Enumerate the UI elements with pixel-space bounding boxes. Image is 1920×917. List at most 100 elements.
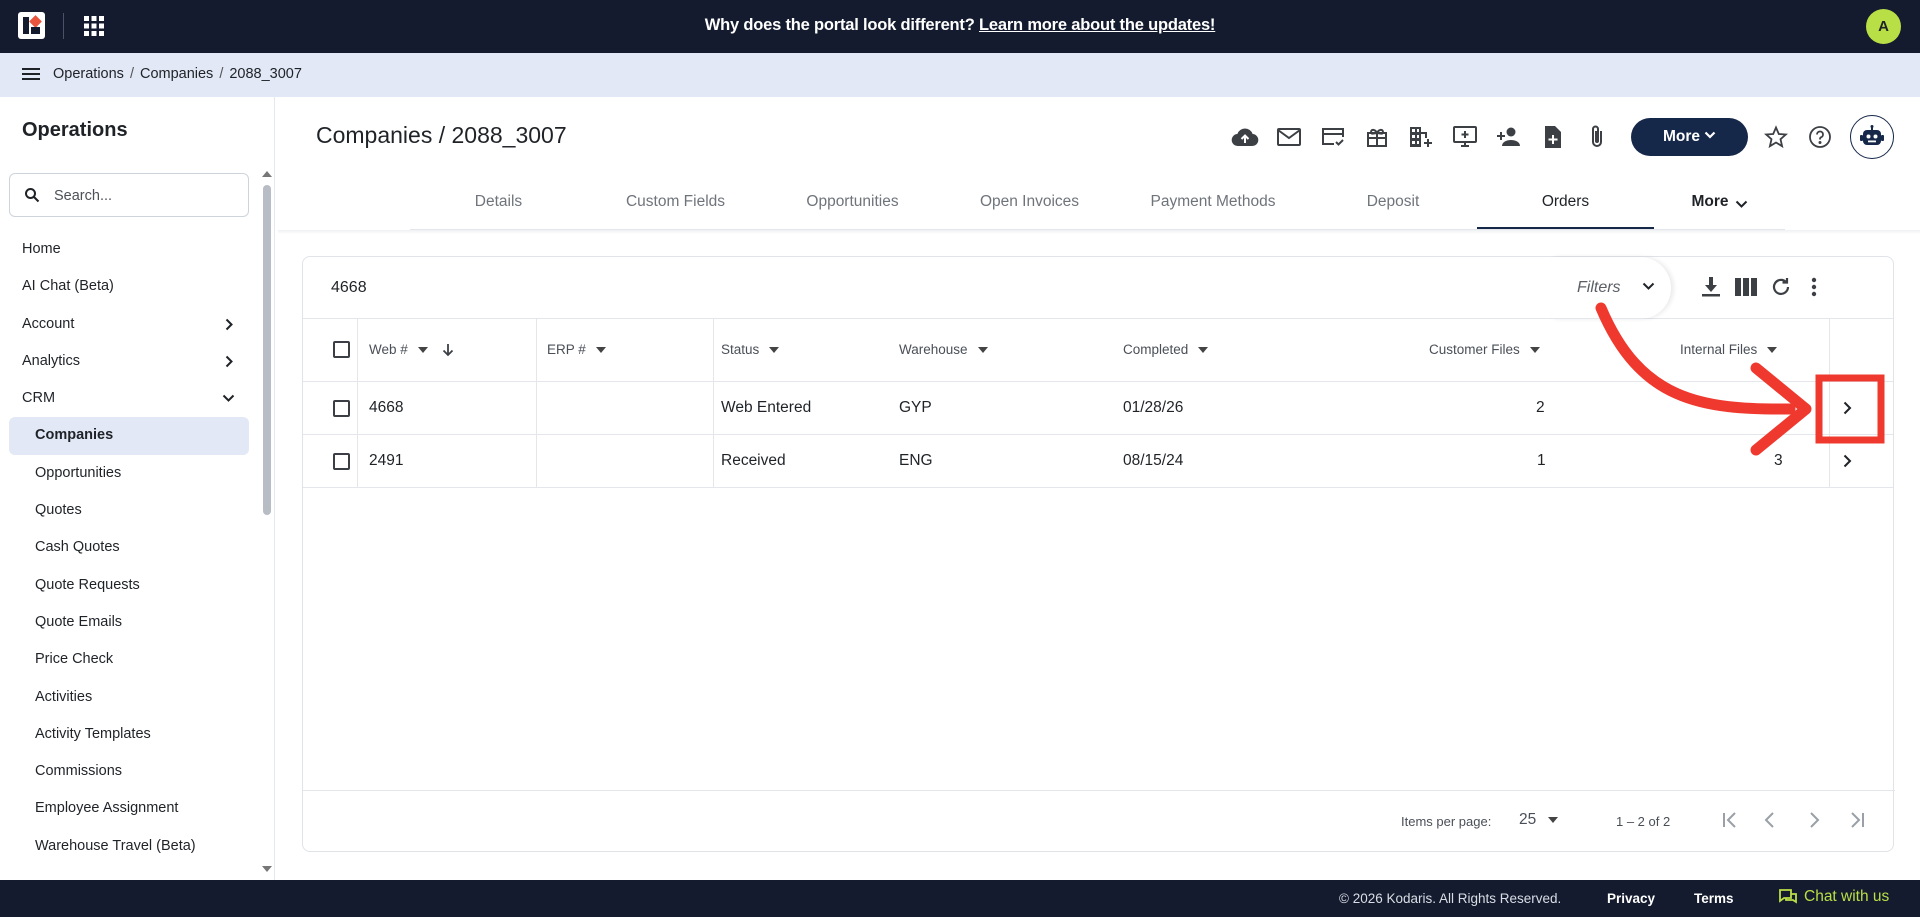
breadcrumb-companies[interactable]: Companies <box>140 66 213 82</box>
avatar[interactable]: A <box>1866 9 1901 44</box>
column-header-web[interactable]: Web # <box>369 342 454 357</box>
sidebar-item-commissions[interactable]: Commissions <box>9 753 249 790</box>
column-header-completed[interactable]: Completed <box>1123 342 1209 357</box>
select-all-checkbox[interactable] <box>333 341 350 358</box>
filters-button[interactable]: Filters <box>1551 257 1671 319</box>
privacy-link[interactable]: Privacy <box>1607 891 1655 906</box>
sidebar-item-quotes[interactable]: Quotes <box>9 492 249 529</box>
row-checkbox[interactable] <box>333 400 350 417</box>
column-header-customer-files[interactable]: Customer Files <box>1429 342 1540 357</box>
next-page-icon[interactable] <box>1807 811 1821 829</box>
sidebar-item-opportunities[interactable]: Opportunities <box>9 455 249 492</box>
sidebar-item-activities[interactable]: Activities <box>9 679 249 716</box>
chat-with-us-button[interactable]: Chat with us <box>1779 888 1889 906</box>
cell-completed: 08/15/24 <box>1123 452 1184 469</box>
tab-opportunities[interactable]: Opportunities <box>764 180 941 229</box>
page-range: 1 – 2 of 2 <box>1616 814 1671 829</box>
tab-open-invoices[interactable]: Open Invoices <box>941 180 1118 229</box>
cell-status: Web Entered <box>721 399 812 416</box>
add-to-screen-icon[interactable] <box>1450 122 1480 152</box>
cell-web: 2491 <box>369 452 404 469</box>
sidebar-search-input[interactable]: Search... <box>9 173 249 217</box>
row-open-chevron-right-icon[interactable] <box>1843 454 1852 468</box>
announcement: Why does the portal look different? Lear… <box>0 16 1920 35</box>
tab-more-label: More <box>1691 193 1729 210</box>
cell-customer-files: 2 <box>1536 399 1545 416</box>
refresh-icon[interactable] <box>1770 276 1792 298</box>
sidebar-item-quote-requests[interactable]: Quote Requests <box>9 567 249 604</box>
columns-icon[interactable] <box>1735 278 1757 296</box>
sidebar-item-crm[interactable]: CRM <box>9 380 249 417</box>
top-bar: Why does the portal look different? Lear… <box>0 0 1920 53</box>
sidebar-item-label: Home <box>22 241 61 257</box>
sidebar-scrollbar[interactable] <box>263 185 271 515</box>
scroll-down-arrow[interactable] <box>262 866 272 872</box>
sidebar-item-companies[interactable]: Companies <box>9 417 249 455</box>
column-header-status[interactable]: Status <box>721 342 780 357</box>
announcement-link[interactable]: Learn more about the updates! <box>979 16 1215 34</box>
sidebar-item-employee-assignment[interactable]: Employee Assignment <box>9 790 249 827</box>
sidebar-item-label: Analytics <box>22 352 81 369</box>
column-header-erp[interactable]: ERP # <box>547 342 606 357</box>
sidebar-item-label: Activity Templates <box>35 725 151 742</box>
table-row[interactable]: 4668 Web Entered GYP 01/28/26 2 <box>303 382 1893 435</box>
breadcrumb-operations[interactable]: Operations <box>53 66 124 82</box>
table-search-input[interactable]: 4668 <box>331 279 367 297</box>
more-button[interactable]: More <box>1631 118 1748 156</box>
chevron-right-icon <box>225 355 233 368</box>
sidebar-item-warehouse-travel[interactable]: Warehouse Travel (Beta) <box>9 828 249 865</box>
column-header-warehouse[interactable]: Warehouse <box>899 342 988 357</box>
menu-icon[interactable] <box>22 66 40 82</box>
sidebar-item-activity-templates[interactable]: Activity Templates <box>9 716 249 753</box>
sidebar-item-ai-chat[interactable]: AI Chat (Beta) <box>9 268 249 305</box>
announcement-text: Why does the portal look different? <box>704 16 975 34</box>
sidebar-item-cash-quotes[interactable]: Cash Quotes <box>9 529 249 566</box>
scroll-up-arrow[interactable] <box>262 171 272 177</box>
cell-status: Received <box>721 452 786 469</box>
cloud-upload-icon[interactable] <box>1230 122 1260 152</box>
star-icon[interactable] <box>1764 125 1788 149</box>
tab-payment-methods[interactable]: Payment Methods <box>1118 180 1308 229</box>
items-per-page-select[interactable]: 25 <box>1519 811 1559 829</box>
terms-link[interactable]: Terms <box>1694 891 1734 906</box>
tab-deposit[interactable]: Deposit <box>1308 180 1478 229</box>
sidebar-item-home[interactable]: Home <box>9 231 249 268</box>
filters-label: Filters <box>1577 279 1621 296</box>
column-label: ERP # <box>547 342 586 357</box>
cell-warehouse: GYP <box>899 399 932 416</box>
help-icon[interactable] <box>1808 125 1832 149</box>
ai-assistant-icon[interactable] <box>1850 115 1894 159</box>
items-per-page-label: Items per page: <box>1401 814 1492 829</box>
row-checkbox[interactable] <box>333 453 350 470</box>
row-open-chevron-right-icon[interactable] <box>1843 401 1852 415</box>
sidebar: Operations Search... Home AI Chat (Beta)… <box>0 97 275 880</box>
sidebar-item-analytics[interactable]: Analytics <box>9 343 249 380</box>
first-page-icon[interactable] <box>1721 811 1739 829</box>
sidebar-item-label: Activities <box>35 688 93 705</box>
paperclip-icon[interactable] <box>1582 122 1612 152</box>
last-page-icon[interactable] <box>1848 811 1866 829</box>
column-header-internal-files[interactable]: Internal Files <box>1680 342 1778 357</box>
column-label: Web # <box>369 342 408 357</box>
mail-icon[interactable] <box>1274 122 1304 152</box>
more-vert-icon[interactable] <box>1811 276 1817 298</box>
sidebar-item-account[interactable]: Account <box>9 306 249 343</box>
tab-more[interactable]: More <box>1654 180 1785 229</box>
download-icon[interactable] <box>1701 276 1721 298</box>
table-row[interactable]: 2491 Received ENG 08/15/24 1 3 <box>303 435 1893 488</box>
tab-orders[interactable]: Orders <box>1477 180 1654 229</box>
credit-card-check-icon[interactable] <box>1318 122 1348 152</box>
sidebar-item-price-check[interactable]: Price Check <box>9 641 249 678</box>
tab-custom-fields[interactable]: Custom Fields <box>587 180 764 229</box>
tab-bar: Details Custom Fields Opportunities Open… <box>410 180 1785 230</box>
building-add-icon[interactable] <box>1406 122 1436 152</box>
more-button-label: More <box>1662 128 1701 145</box>
person-add-icon[interactable] <box>1494 122 1524 152</box>
sidebar-item-quote-emails[interactable]: Quote Emails <box>9 604 249 641</box>
gift-icon[interactable] <box>1362 122 1392 152</box>
breadcrumb-current: 2088_3007 <box>229 66 302 82</box>
file-add-icon[interactable] <box>1538 122 1568 152</box>
paginator-divider <box>1388 790 1895 791</box>
tab-details[interactable]: Details <box>410 180 587 229</box>
previous-page-icon[interactable] <box>1763 811 1777 829</box>
